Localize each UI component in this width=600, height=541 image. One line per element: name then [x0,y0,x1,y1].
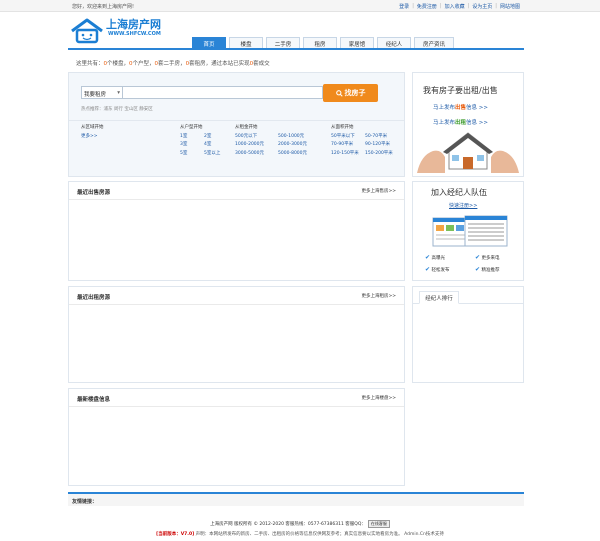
divider [69,120,404,121]
tab-agent-ranking[interactable]: 经纪人排行 [419,291,459,304]
more-buildings-link[interactable]: 更多上海楼盘>> [361,395,396,401]
more-sale-link[interactable]: 更多上海售房>> [361,188,396,194]
room-link[interactable]: 2室 [204,133,211,142]
agent-ranking-panel: 经纪人排行 [412,286,524,383]
search-icon [335,89,343,97]
room-link[interactable]: 3室 [180,141,204,150]
section-title: 最新楼盘信息 [77,397,111,403]
size-link[interactable]: 70-90平米 [331,141,365,150]
rent-section: 最近出租房源 更多上海租房>> [68,286,405,383]
sitemap-link[interactable]: 网站地图 [500,3,520,10]
check-icon: ✔ [475,254,481,261]
footer-copyright: 上海房产网 版权所有 © 2012-2020 客服热线：0577-6738631… [0,520,600,528]
chevron-down-icon: ▾ [117,90,120,96]
check-icon: ✔ [425,254,431,261]
hot-recommend: 热点推荐：浦东 闵行 宝山区 静安区 [81,107,153,112]
filter-area: 从区域开始 更多>> [81,124,104,141]
feature-item: ✔ 精准推荐 [475,266,500,273]
room-link[interactable]: 1室 [180,133,204,142]
friend-links-bar: 友情链接： [68,492,524,506]
filter-room: 从户型开始 1室 2室 3室 4室 5室 5室以上 [180,124,230,158]
top-links: 登录 | 免费注册 | 加入收藏 | 设为主页 | 网站地图 [399,3,520,10]
check-icon: ✔ [425,266,431,273]
rent-link[interactable]: 5000-8000元 [278,150,307,159]
more-rent-link[interactable]: 更多上海租房>> [361,293,396,299]
search-input[interactable] [123,86,323,99]
size-link[interactable]: 50平米以下 [331,133,365,142]
site-logo[interactable]: 上海房产网 WWW.SHFCW.COM [70,16,170,46]
room-link[interactable]: 5室以上 [204,150,220,159]
publish-title: 我有房子要出租/出售 [423,86,498,95]
rent-link[interactable]: 3000-5000元 [235,150,278,159]
top-bar: 您好，欢迎来到上海房产网! 登录 | 免费注册 | 加入收藏 | 设为主页 | 网站地图 [0,0,600,12]
login-link[interactable]: 登录 [399,3,409,10]
agent-join-panel: 加入经纪人队伍 快速注册>> ✔ 高曝光 ✔ 更多来电 ✔ 轻松发布 ✔ 精准推… [412,181,524,281]
screenshot-preview-icon [432,215,508,247]
version-label: [当前版本：V7.0] [156,532,195,537]
room-link[interactable]: 5室 [180,150,204,159]
site-stats: 这里共有：0个楼盘，0个户型，0套二手房，0套租房，通过本站已实现0套成交 [76,61,270,67]
rent-link[interactable]: 500-1000元 [278,133,304,142]
rent-link[interactable]: 2000-3000元 [278,141,307,150]
section-title: 最近出售房源 [77,190,111,196]
rent-link[interactable]: 500元以下 [235,133,278,142]
logo-url: WWW.SHFCW.COM [108,31,161,37]
filter-rent: 从租金开始 500元以下 500-1000元 1000-2000元 2000-300… [235,124,307,158]
room-link[interactable]: 4室 [204,141,211,150]
search-type-select[interactable]: 我要租房 ▾ [81,86,123,99]
publish-panel: 我有房子要出租/出售 马上发布出售信息 >> 马上发布出租信息 >> [412,72,524,177]
rent-link[interactable]: 1000-2000元 [235,141,278,150]
check-icon: ✔ [475,266,481,273]
feature-item: ✔ 轻松发布 [425,266,450,273]
favorite-link[interactable]: 加入收藏 [445,3,465,10]
publish-sale-link[interactable]: 马上发布出售信息 >> [433,103,488,111]
publish-rent-link[interactable]: 马上发布出租信息 >> [433,118,488,126]
house-logo-icon [71,18,103,44]
homepage-link[interactable]: 设为主页 [472,3,492,10]
feature-item: ✔ 更多来电 [475,254,500,261]
size-link[interactable]: 90-120平米 [365,141,390,150]
footer-disclaimer: [当前版本：V7.0] 声明：本网站所发布的新房、二手房、出租房的价格等信息仅供… [156,532,444,537]
buildings-section: 最新楼盘信息 更多上海楼盘>> [68,388,405,486]
search-panel: 我要租房 ▾ 找房子 热点推荐：浦东 闵行 宝山区 静安区 从区域开始 更多>> … [68,72,405,177]
welcome-text: 您好，欢迎来到上海房产网! [72,4,135,10]
hands-house-icon [417,132,519,173]
search-button[interactable]: 找房子 [323,84,378,102]
quick-register-link[interactable]: 快速注册>> [449,202,477,209]
agent-join-title: 加入经纪人队伍 [431,188,487,197]
online-service-button[interactable]: 在线客服 [367,520,390,528]
size-link[interactable]: 120-150平米 [331,150,365,159]
sale-section: 最近出售房源 更多上海售房>> [68,181,405,281]
size-link[interactable]: 50-70平米 [365,133,387,142]
register-link[interactable]: 免费注册 [417,3,437,10]
friend-links-label: 友情链接： [72,499,98,505]
filter-size: 从面积开始 50平米以下 50-70平米 70-90平米 90-120平米 120-… [331,124,393,158]
size-link[interactable]: 150-200平米 [365,150,393,159]
section-title: 最近出租房源 [77,295,111,301]
feature-item: ✔ 高曝光 [425,254,445,261]
more-area-link[interactable]: 更多>> [81,133,98,142]
nav-underline [68,48,524,50]
logo-title: 上海房产网 [106,18,161,31]
